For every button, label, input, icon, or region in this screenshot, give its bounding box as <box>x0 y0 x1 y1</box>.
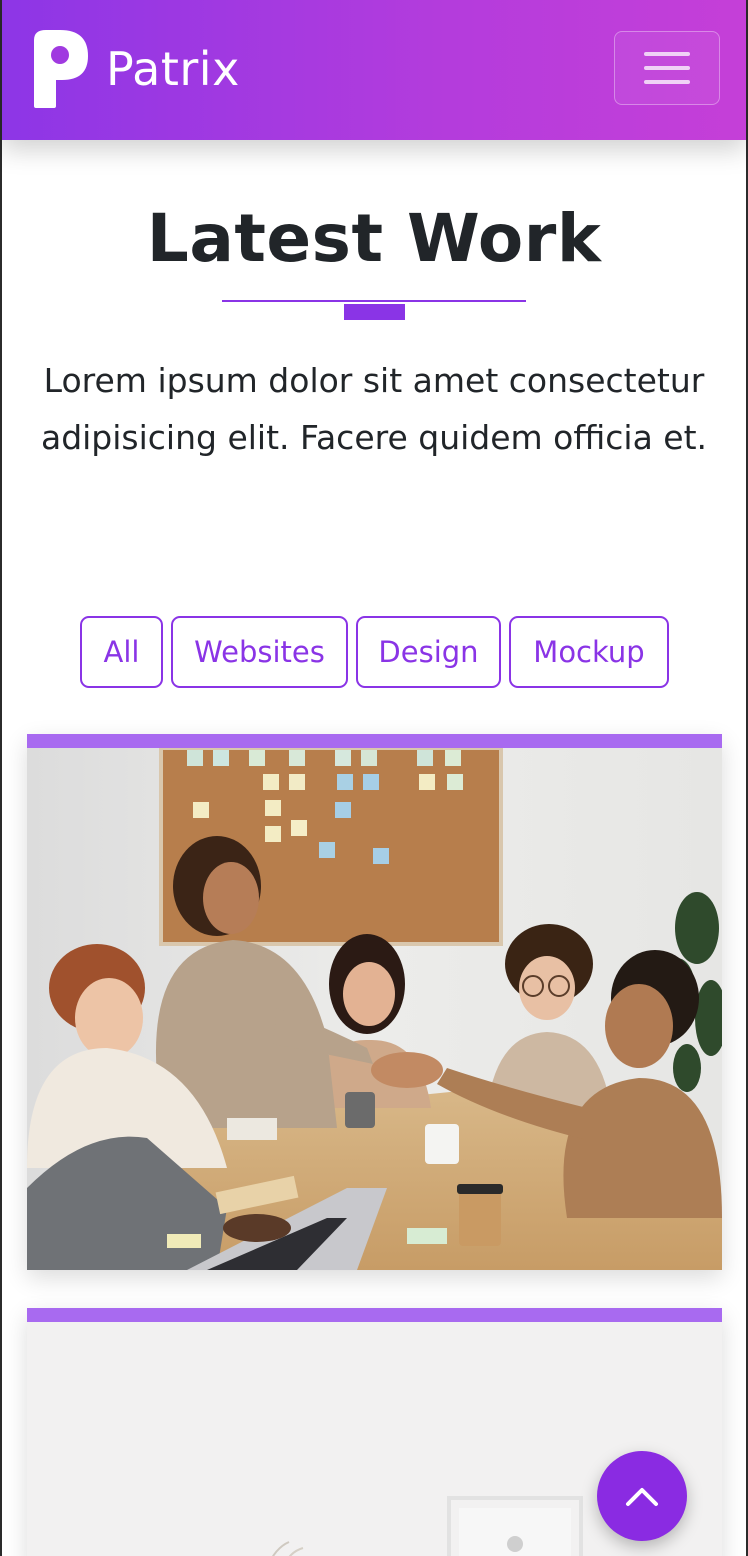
filter-design-button[interactable]: Design <box>356 616 501 688</box>
portfolio-item-accent-bar <box>27 1308 722 1322</box>
title-underline-accent <box>344 304 405 320</box>
portfolio-item[interactable] <box>27 734 722 1270</box>
filter-mockup-button[interactable]: Mockup <box>509 616 669 688</box>
title-underline <box>222 300 526 302</box>
team-meeting-photo <box>27 748 722 1270</box>
menu-toggle-button[interactable] <box>614 31 720 105</box>
portfolio-item-accent-bar <box>27 734 722 748</box>
filter-websites-button[interactable]: Websites <box>171 616 348 688</box>
hamburger-menu-icon <box>644 52 690 56</box>
hamburger-menu-icon <box>644 66 690 70</box>
hamburger-menu-icon <box>644 80 690 84</box>
back-to-top-button[interactable] <box>597 1451 687 1541</box>
chevron-up-icon <box>626 1488 658 1506</box>
patrix-logo-icon <box>34 30 88 108</box>
portfolio-filters: All Websites Design Mockup <box>2 616 746 688</box>
brand-name: Patrix <box>106 42 240 96</box>
section-title: Latest Work <box>146 200 602 277</box>
navbar: Patrix <box>2 0 746 140</box>
brand-link[interactable]: Patrix <box>30 28 240 110</box>
section-lead: Lorem ipsum dolor sit amet consectetur a… <box>40 361 708 457</box>
filter-all-button[interactable]: All <box>80 616 163 688</box>
